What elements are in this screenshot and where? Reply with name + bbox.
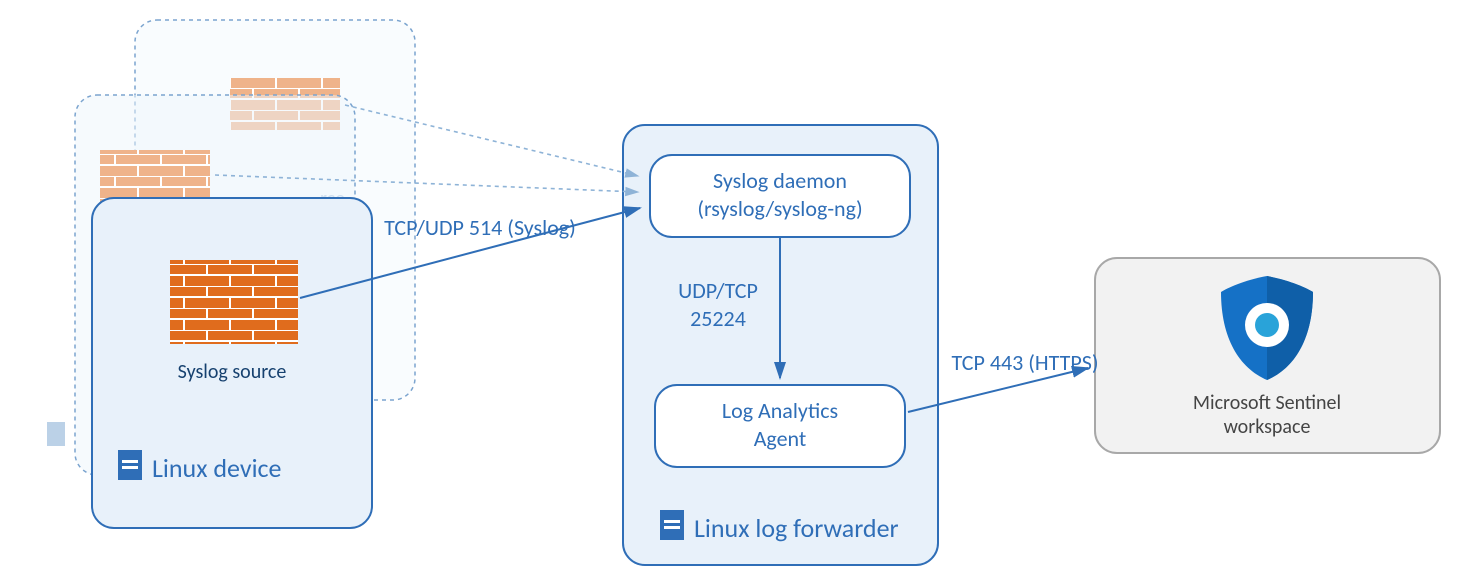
firewall-icon — [170, 260, 298, 344]
sentinel-panel: Microsoft Sentinel workspace — [1095, 258, 1440, 453]
log-forwarder-title: Linux log forwarder — [694, 512, 899, 544]
label-tcp-443: TCP 443 (HTTPS) — [951, 349, 1098, 376]
linux-device-title: Linux device — [152, 452, 281, 484]
sentinel-line2: workspace — [1224, 415, 1311, 439]
device-icon — [118, 450, 142, 480]
syslog-daemon-line2: (rsyslog/syslog-ng) — [697, 195, 862, 222]
la-agent-line2: Agent — [754, 425, 807, 452]
syslog-daemon-line1: Syslog daemon — [713, 167, 847, 194]
la-agent-line1: Log Analytics — [722, 397, 838, 424]
label-25224-line2: 25224 — [690, 305, 746, 332]
linux-device-panel: Syslog source Linux device — [92, 198, 372, 528]
label-tcpudp-514: TCP/UDP 514 (Syslog) — [384, 214, 576, 241]
forwarder-device-icon — [660, 510, 684, 540]
label-25224-line1: UDP/TCP — [678, 277, 758, 304]
architecture-diagram: rce e Syslog source Linux device Syslog … — [0, 0, 1480, 587]
sentinel-line1: Microsoft Sentinel — [1193, 391, 1341, 415]
syslog-source-label: Syslog source — [178, 360, 287, 384]
